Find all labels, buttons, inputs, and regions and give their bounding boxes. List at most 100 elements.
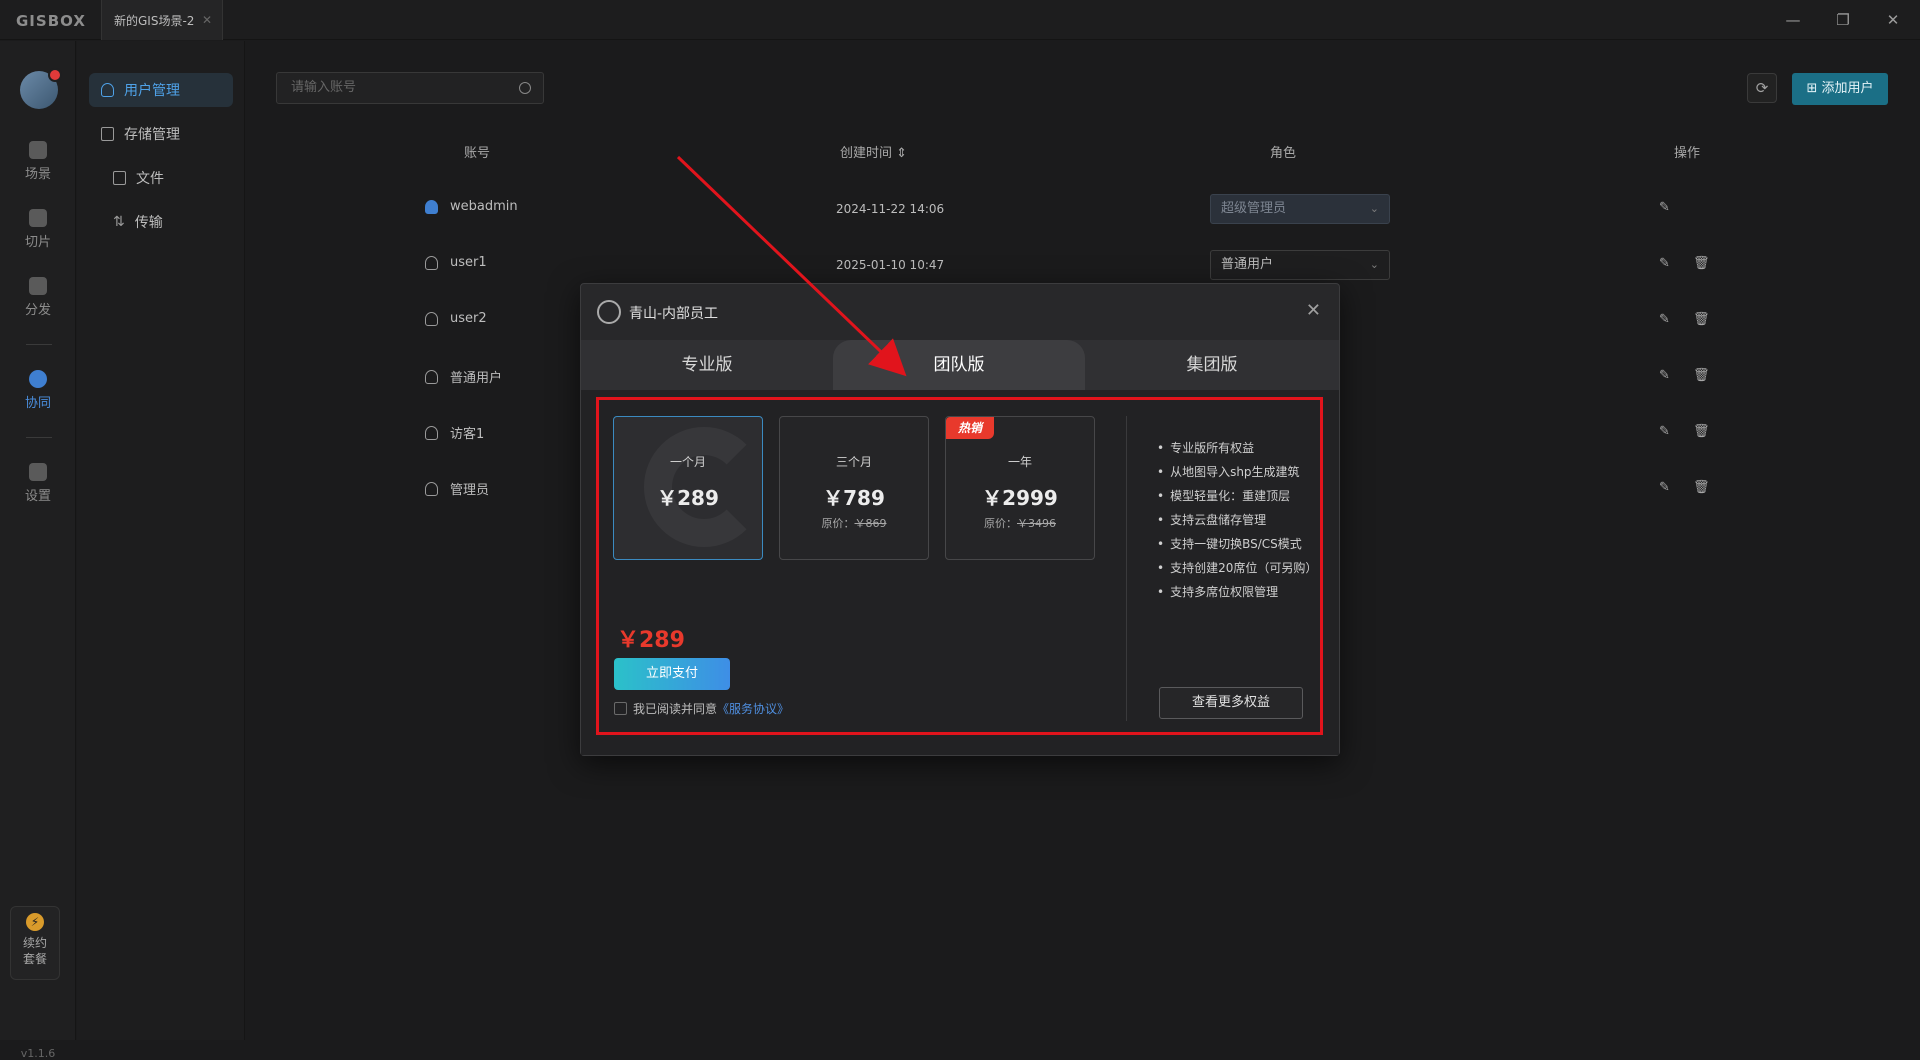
logo-watermark-icon — [644, 427, 764, 547]
header-created[interactable]: 创建时间 ⇕ — [840, 142, 907, 161]
list-item: 支持一键切换BS/CS模式 — [1157, 532, 1317, 556]
role-select: 超级管理员 ⌄ — [1210, 194, 1390, 224]
header-role: 角色 — [1270, 146, 1297, 161]
restore-icon[interactable]: ❐ — [1828, 8, 1858, 32]
subnav-files[interactable]: 文件 — [113, 161, 164, 195]
refresh-button[interactable]: ⟳ — [1747, 73, 1777, 103]
table-row-account: 管理员 — [425, 479, 489, 498]
distribute-icon — [29, 277, 47, 295]
pay-now-button[interactable]: 立即支付 — [614, 658, 730, 690]
list-item: 模型轻量化：重建顶层 — [1157, 484, 1317, 508]
table-row-account: user2 — [425, 311, 487, 326]
tab-professional[interactable]: 专业版 — [581, 340, 833, 390]
user-icon — [425, 255, 438, 270]
subnav-user-management[interactable]: 用户管理 — [89, 73, 233, 107]
subnav-storage-management[interactable]: 存储管理 — [101, 117, 180, 151]
delete-icon[interactable]: 🗑 — [1693, 313, 1710, 327]
chevron-down-icon: ⌄ — [1369, 202, 1379, 215]
rail-item-distribute[interactable]: 分发 — [0, 277, 76, 318]
agree-checkbox[interactable] — [614, 702, 627, 715]
table-row-account: 普通用户 — [425, 367, 502, 386]
user-avatar[interactable] — [20, 68, 62, 109]
divider — [1126, 416, 1127, 721]
search-icon[interactable] — [519, 82, 531, 94]
user-circle-icon — [597, 300, 621, 324]
storage-icon — [101, 127, 114, 141]
user-icon — [425, 481, 438, 496]
delete-icon[interactable]: 🗑 — [1693, 481, 1710, 495]
role-select[interactable]: 普通用户 ⌄ — [1210, 250, 1390, 280]
rail-item-settings[interactable]: 设置 — [0, 463, 76, 504]
user-icon — [425, 199, 438, 214]
dialog-header: 青山-内部员工 ✕ — [581, 284, 1339, 340]
rail-divider — [26, 437, 52, 438]
home-icon — [29, 141, 47, 159]
gear-icon — [29, 463, 47, 481]
dialog-title: 青山-内部员工 — [629, 306, 719, 322]
app-logo: GISBOX — [16, 12, 86, 30]
lightning-icon: ⚡ — [26, 913, 44, 931]
hot-badge: 热销 — [946, 417, 994, 439]
list-item: 支持云盘储存管理 — [1157, 508, 1317, 532]
edit-icon[interactable]: ✎ — [1659, 369, 1673, 383]
selected-total-price: ￥289 — [617, 628, 685, 653]
title-bar: GISBOX 新的GIS场景-2 ✕ — ❐ ✕ — [0, 0, 1920, 40]
plan-card-1-year[interactable]: 热销 一年 ￥2999 原价：￥3496 — [945, 416, 1095, 560]
user-icon — [101, 83, 114, 97]
file-icon — [113, 171, 126, 185]
list-item: 从地图导入shp生成建筑 — [1157, 460, 1317, 484]
scene-tab[interactable]: 新的GIS场景-2 ✕ — [101, 0, 223, 40]
minimize-icon[interactable]: — — [1778, 8, 1808, 32]
close-window-icon[interactable]: ✕ — [1878, 8, 1908, 32]
header-ops: 操作 — [1674, 146, 1701, 161]
benefits-list: 专业版所有权益 从地图导入shp生成建筑 模型轻量化：重建顶层 支持云盘储存管理… — [1157, 436, 1317, 604]
delete-icon[interactable]: 🗑 — [1693, 257, 1710, 271]
delete-icon[interactable]: 🗑 — [1693, 425, 1710, 439]
left-rail: 场景 切片 分发 协同 设置 ⚡ 续约 套餐 v1.1.6 — [0, 41, 76, 1060]
renew-plan-button[interactable]: ⚡ 续约 套餐 — [10, 906, 60, 980]
edit-icon[interactable]: ✎ — [1659, 425, 1673, 439]
view-more-benefits-button[interactable]: 查看更多权益 — [1159, 687, 1303, 719]
rail-item-slice[interactable]: 切片 — [0, 209, 76, 250]
transfer-icon: ⇅ — [113, 214, 125, 230]
tab-team[interactable]: 团队版 — [833, 340, 1085, 390]
edit-icon[interactable]: ✎ — [1659, 201, 1673, 215]
user-icon — [425, 311, 438, 326]
user-icon — [425, 369, 438, 384]
list-item: 支持创建20席位（可另购） — [1157, 556, 1317, 580]
service-agreement-link[interactable]: 《服务协议》 — [717, 700, 789, 717]
edit-icon[interactable]: ✎ — [1659, 313, 1673, 327]
app-version: v1.1.6 — [20, 1047, 56, 1060]
sort-icon[interactable]: ⇕ — [896, 146, 907, 161]
rail-divider — [26, 344, 52, 345]
table-row-account: user1 — [425, 255, 487, 270]
table-row-created: 2024-11-22 14:06 — [836, 202, 945, 216]
dialog-body: 一个月 ￥289 三个月 ￥789 原价：￥869 热销 一年 ￥2999 原价… — [581, 390, 1339, 755]
header-account: 账号 — [464, 146, 491, 161]
scene-tab-label: 新的GIS场景-2 — [114, 13, 195, 28]
agreement-row: 我已阅读并同意 《服务协议》 — [614, 700, 789, 717]
add-user-button[interactable]: ⊞ 添加用户 — [1792, 73, 1888, 105]
table-row-account: 访客1 — [425, 423, 484, 442]
tab-enterprise[interactable]: 集团版 — [1085, 340, 1339, 390]
edit-icon[interactable]: ✎ — [1659, 257, 1673, 271]
subscription-dialog: 青山-内部员工 ✕ 专业版 团队版 集团版 一个月 ￥289 三个月 ￥789 … — [580, 283, 1340, 756]
edit-icon[interactable]: ✎ — [1659, 481, 1673, 495]
lock-icon — [29, 370, 47, 388]
plan-card-3-months[interactable]: 三个月 ￥789 原价：￥869 — [779, 416, 929, 560]
user-icon — [425, 425, 438, 440]
close-icon[interactable]: ✕ — [1306, 300, 1321, 321]
plan-card-1-month[interactable]: 一个月 ￥289 — [613, 416, 764, 560]
account-search-input[interactable]: 请输入账号 — [276, 72, 544, 104]
list-item: 支持多席位权限管理 — [1157, 580, 1317, 604]
rail-item-scene[interactable]: 场景 — [0, 141, 76, 182]
delete-icon[interactable]: 🗑 — [1693, 369, 1710, 383]
subnav-transfer[interactable]: ⇅ 传输 — [113, 205, 163, 239]
table-row-account: webadmin — [425, 199, 518, 214]
slice-icon — [29, 209, 47, 227]
close-tab-icon[interactable]: ✕ — [202, 13, 212, 27]
table-row-created: 2025-01-10 10:47 — [836, 258, 945, 272]
notification-badge — [48, 68, 62, 82]
rail-item-collab[interactable]: 协同 — [0, 370, 76, 411]
edition-tabs: 专业版 团队版 集团版 — [581, 340, 1339, 390]
